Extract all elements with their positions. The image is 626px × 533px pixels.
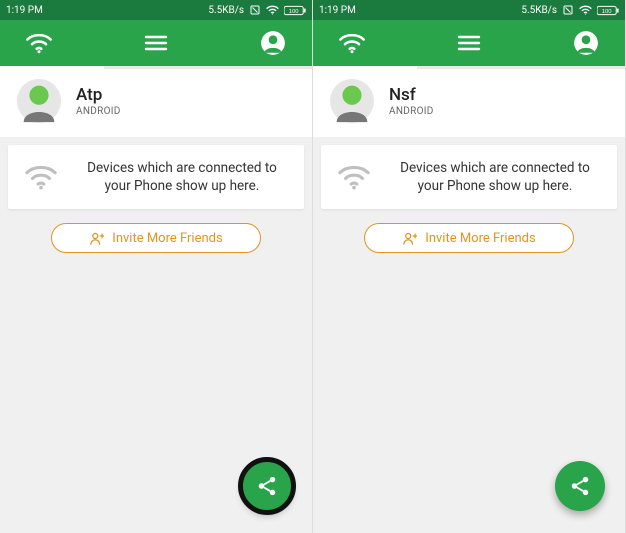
profile-icon [260,30,286,56]
add-user-icon [89,231,104,246]
tab-profile[interactable] [571,28,601,58]
user-text: Nsf ANDROID [389,85,434,117]
user-avatar-icon [329,78,375,124]
user-text: Atp ANDROID [76,85,121,117]
wifi-icon [266,5,279,15]
battery-icon: 100 [597,5,619,16]
user-row: Atp ANDROID [0,69,312,137]
user-avatar-icon [16,78,62,124]
user-platform: ANDROID [389,106,434,117]
svg-text:100: 100 [602,8,612,14]
svg-text:100: 100 [289,8,299,14]
status-time: 1:19 PM [319,5,356,16]
wifi-icon [579,5,592,15]
invite-label: Invite More Friends [112,231,222,246]
wifi-icon [24,164,58,190]
no-sim-icon [562,4,574,16]
no-sim-icon [249,4,261,16]
phone-screen: 1:19 PM 5.5KB/s 100 Nsf ANDROID Devi [313,0,626,533]
tab-wifi[interactable] [24,28,54,58]
app-header [313,20,625,66]
status-right: 5.5KB/s 100 [208,4,306,16]
invite-friends-button[interactable]: Invite More Friends [364,223,574,253]
profile-icon [573,30,599,56]
share-fab[interactable] [555,461,605,511]
battery-icon: 100 [284,5,306,16]
invite-wrap: Invite More Friends [321,223,617,253]
status-time: 1:19 PM [6,5,43,16]
status-right: 5.5KB/s 100 [521,4,619,16]
user-row: Nsf ANDROID [313,69,625,137]
invite-friends-button[interactable]: Invite More Friends [51,223,261,253]
tab-menu[interactable] [454,28,484,58]
user-name: Nsf [389,85,434,105]
tab-wifi[interactable] [337,28,367,58]
tab-profile[interactable] [258,28,288,58]
status-net-speed: 5.5KB/s [521,5,557,16]
user-platform: ANDROID [76,106,121,117]
status-bar: 1:19 PM 5.5KB/s 100 [0,0,312,20]
share-fab[interactable] [242,461,292,511]
empty-devices-card: Devices which are connected to your Phon… [321,145,617,209]
wifi-icon [337,164,371,190]
hamburger-icon [144,34,168,52]
share-icon [256,475,278,497]
empty-message: Devices which are connected to your Phon… [389,159,601,195]
invite-label: Invite More Friends [425,231,535,246]
empty-devices-card: Devices which are connected to your Phon… [8,145,304,209]
phone-screen: 1:19 PM 5.5KB/s 100 Atp ANDROID Devi [0,0,313,533]
share-icon [569,475,591,497]
tab-menu[interactable] [141,28,171,58]
wifi-icon [338,32,366,54]
invite-wrap: Invite More Friends [8,223,304,253]
status-net-speed: 5.5KB/s [208,5,244,16]
wifi-icon [25,32,53,54]
status-bar: 1:19 PM 5.5KB/s 100 [313,0,625,20]
user-name: Atp [76,85,121,105]
app-header [0,20,312,66]
empty-message: Devices which are connected to your Phon… [76,159,288,195]
hamburger-icon [457,34,481,52]
add-user-icon [402,231,417,246]
